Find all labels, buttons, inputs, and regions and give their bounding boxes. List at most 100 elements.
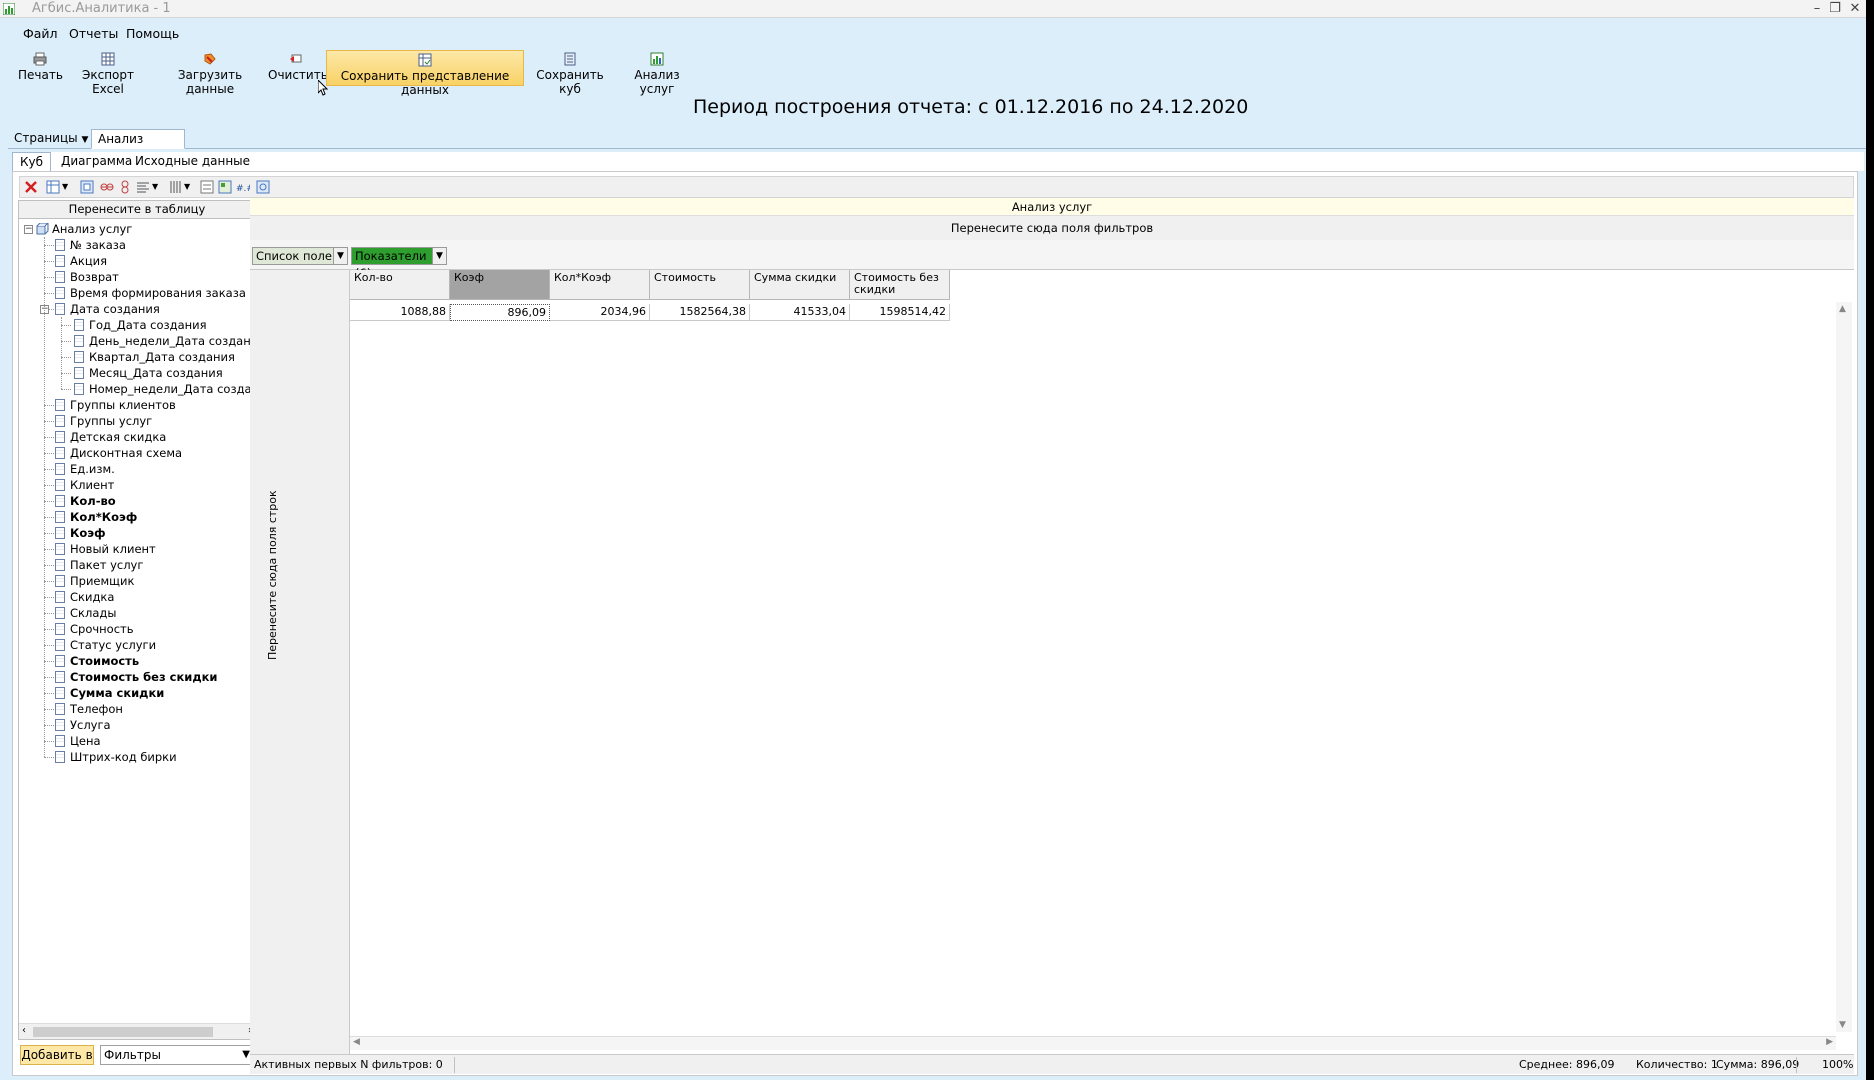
load-data-button[interactable]: Загрузить данные [159,50,261,96]
align-icon[interactable] [136,180,150,194]
field-list-button[interactable]: Список полей ▼ [252,247,348,265]
scroll-left-icon[interactable]: ◀ [353,1037,360,1047]
field-item[interactable]: Приемщик [55,573,134,589]
sort-icon[interactable] [118,180,132,194]
column-header[interactable]: Кол-во [350,270,450,300]
settings-icon[interactable] [256,180,270,194]
field-item[interactable]: Срочность [55,621,134,637]
field-item[interactable]: Возврат [55,269,119,285]
field-list-scrollbar[interactable]: ‹ › [19,1023,255,1039]
field-item[interactable]: Стоимость без скидки [55,669,217,685]
expand-icon[interactable] [80,180,94,194]
field-item[interactable]: Группы услуг [55,413,152,429]
columns-icon[interactable] [168,180,182,194]
field-item[interactable]: Стоимость [55,653,139,669]
save-cube-button[interactable]: Сохранить куб [528,50,612,96]
field-item[interactable]: Акция [55,253,107,269]
field-item[interactable]: Группы клиентов [55,397,176,413]
value-cell[interactable]: 896,09 [450,304,550,321]
menu-bar: Файл Отчеты Помощь [0,26,1866,46]
save-view-button[interactable]: Сохранить представление данных [326,50,524,97]
field-item[interactable]: Месяц_Дата создания [74,365,223,381]
tab-chart[interactable]: Диаграмма [54,152,139,171]
tab-source-data[interactable]: Исходные данные [128,152,257,171]
collapse-root-icon[interactable]: − [24,225,33,234]
row-drop-zone[interactable]: Перенесите сюда поля строк [250,270,350,1056]
field-item[interactable]: Новый клиент [55,541,156,557]
field-item[interactable]: Кол-во [55,493,116,509]
field-item[interactable]: Услуга [55,717,111,733]
menu-help[interactable]: Помощь [126,26,179,41]
export-excel-button[interactable]: Экспорт Excel [68,50,148,96]
tree-root[interactable]: Анализ услуг [36,221,132,237]
filter-drop-zone[interactable]: Перенесите сюда поля фильтров [250,216,1854,240]
field-icon [55,527,65,539]
value-cell[interactable]: 41533,04 [750,304,850,321]
field-item[interactable]: Номер_недели_Дата создания [74,381,255,397]
field-item[interactable]: Сумма скидки [55,685,164,701]
sum-status: Сумма: 896,09 [1716,1058,1800,1071]
close-icon[interactable]: ✕ [1844,0,1866,18]
menu-file[interactable]: Файл [23,26,58,41]
field-icon [55,575,65,587]
field-item[interactable]: Телефон [55,701,123,717]
field-item[interactable]: Склады [55,605,116,621]
value-cell[interactable]: 2034,96 [550,304,650,321]
field-item[interactable]: № заказа [55,237,126,253]
field-item[interactable]: Ед.изм. [55,461,115,477]
field-item[interactable]: Детская скидка [55,429,166,445]
field-item[interactable]: Кол*Коэф [55,509,137,525]
scroll-up-icon[interactable]: ▲ [1839,304,1846,314]
tab-pages[interactable]: Страницы ▼ [8,129,94,149]
field-item[interactable]: Скидка [55,589,114,605]
page-tabs: Страницы ▼ Анализ услуг [8,129,1866,165]
analysis-button[interactable]: Анализ услуг [619,50,695,96]
scroll-right-icon[interactable]: ▶ [1826,1037,1833,1047]
field-item[interactable]: Штрих-код бирки [55,749,177,765]
field-icon [74,335,84,347]
add-to-button[interactable]: Добавить в [20,1045,94,1065]
scroll-thumb[interactable] [33,1027,213,1037]
field-item[interactable]: Цена [55,733,101,749]
column-header[interactable]: Стоимость [650,270,750,300]
column-header[interactable]: Сумма скидки [750,270,850,300]
value-cell[interactable]: 1088,88 [350,304,450,321]
value-cell[interactable]: 1598514,42 [850,304,950,321]
chevron-down-icon[interactable]: ▼ [152,182,166,196]
layout-icon[interactable] [46,180,60,194]
menu-reports[interactable]: Отчеты [69,26,118,41]
column-header[interactable]: Кол*Коэф [550,270,650,300]
field-item[interactable]: Клиент [55,477,114,493]
chevron-down-icon[interactable]: ▼ [62,182,76,196]
tab-cube[interactable]: Куб [12,152,52,171]
field-item[interactable]: Дисконтная схема [55,445,182,461]
print-button[interactable]: Печать [18,50,63,86]
horizontal-scrollbar[interactable]: ◀ ▶ [350,1036,1836,1050]
field-item[interactable]: Коэф [55,525,106,541]
delete-icon[interactable] [24,180,38,194]
chevron-down-icon[interactable]: ▼ [184,182,198,196]
totals-icon[interactable] [200,180,214,194]
collapse-icon[interactable] [100,180,114,194]
field-item[interactable]: Статус услуги [55,637,156,653]
tab-analysis[interactable]: Анализ услуг [91,129,185,165]
column-header[interactable]: Коэф [450,270,550,300]
field-item[interactable]: Время формирования заказа [55,285,246,301]
add-target-select[interactable]: Фильтры ▼ [100,1045,254,1065]
field-item[interactable]: Год_Дата создания [74,317,207,333]
column-header[interactable]: Стоимость без скидки [850,270,950,300]
clear-button[interactable]: Очистить [268,50,328,86]
measures-button[interactable]: Показатели (6)▼ [351,247,447,280]
field-item[interactable]: Дата создания [55,301,160,317]
tree-connector [61,389,71,390]
format-icon[interactable]: #.# [236,180,250,194]
grid-icon[interactable] [218,180,232,194]
value-cell[interactable]: 1582564,38 [650,304,750,321]
field-item[interactable]: День_недели_Дата создания [74,333,255,349]
restore-icon[interactable]: ❐ [1824,0,1846,18]
vertical-scrollbar[interactable]: ▲ ▼ [1836,302,1852,1032]
scroll-left-icon[interactable]: ‹ [22,1025,26,1036]
scroll-down-icon[interactable]: ▼ [1839,1020,1846,1030]
field-item[interactable]: Пакет услуг [55,557,143,573]
field-item[interactable]: Квартал_Дата создания [74,349,235,365]
